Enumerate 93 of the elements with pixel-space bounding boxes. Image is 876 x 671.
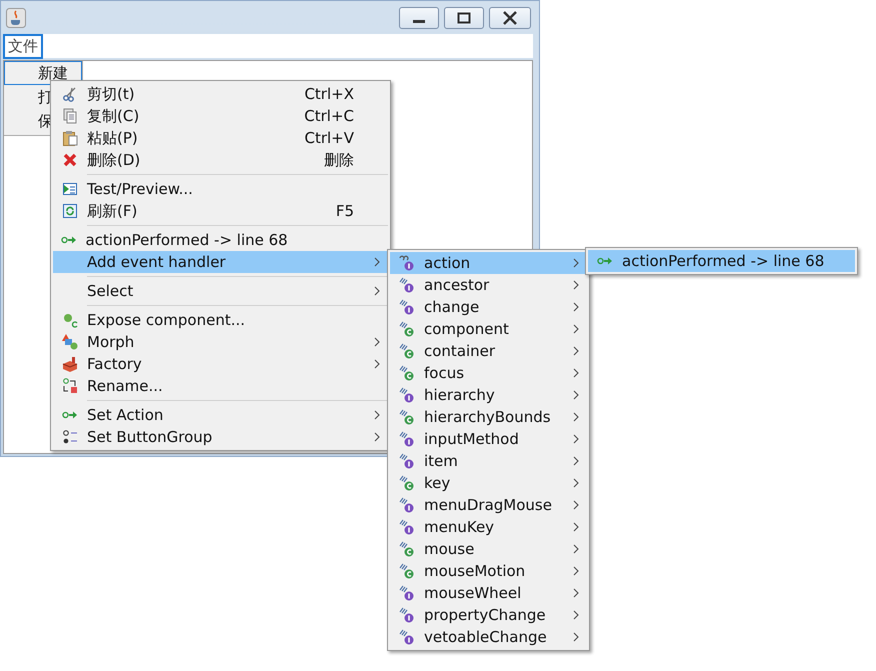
chevron-right-icon — [573, 566, 579, 576]
chevron-right-icon — [573, 412, 579, 422]
interface-icon — [399, 607, 415, 623]
menu-item[interactable]: Expose component... — [53, 309, 388, 331]
menu-item[interactable]: 粘贴(P) Ctrl+V — [53, 127, 388, 149]
scissors-icon — [62, 86, 78, 102]
radio-list-icon — [62, 429, 78, 445]
interface-icon — [399, 585, 415, 601]
interface-icon — [399, 299, 415, 315]
class-icon — [399, 541, 415, 557]
cup-icon — [6, 8, 26, 28]
arrow-icon — [62, 410, 78, 420]
rename-icon — [62, 378, 78, 394]
menu-item[interactable]: Rename... — [53, 375, 388, 397]
menu-item[interactable]: 复制(C) Ctrl+C — [53, 105, 388, 127]
interface-icon — [399, 387, 415, 403]
menu-item[interactable]: key — [390, 472, 587, 494]
class-icon — [399, 321, 415, 337]
shapes-icon — [62, 334, 78, 350]
menu-item[interactable]: container — [390, 340, 587, 362]
arrow-icon — [61, 235, 78, 245]
menu-item[interactable]: mouse — [390, 538, 587, 560]
menu-item[interactable]: 删除(D) 删除 — [53, 149, 388, 171]
menu-item[interactable]: hierarchyBounds — [390, 406, 587, 428]
chevron-right-icon — [573, 302, 579, 312]
interface-icon — [399, 519, 415, 535]
arrow-icon — [597, 256, 613, 266]
chevron-right-icon — [573, 500, 579, 510]
menu-item[interactable]: menuKey — [390, 516, 587, 538]
menu-item[interactable]: mouseMotion — [390, 560, 587, 582]
chevron-right-icon — [573, 610, 579, 620]
menu-bar-item[interactable]: 文件 — [3, 34, 43, 58]
menu-item[interactable]: Add event handler — [53, 251, 388, 273]
menu-item[interactable]: propertyChange — [390, 604, 587, 626]
chevron-right-icon — [573, 632, 579, 642]
class-icon — [399, 343, 415, 359]
class-icon — [399, 365, 415, 381]
menu-item[interactable]: Set ButtonGroup — [53, 426, 388, 448]
menu-item[interactable]: focus — [390, 362, 587, 384]
interface-icon — [399, 431, 415, 447]
chevron-right-icon — [573, 324, 579, 334]
chevron-right-icon — [573, 434, 579, 444]
menu-item[interactable]: component — [390, 318, 587, 340]
linked-interface-icon — [399, 255, 415, 271]
menu-item[interactable]: menuDragMouse — [390, 494, 587, 516]
interface-icon — [399, 453, 415, 469]
close-icon — [502, 10, 518, 24]
chevron-right-icon — [573, 280, 579, 290]
maximize-button[interactable] — [444, 6, 484, 28]
class-icon — [399, 409, 415, 425]
menu-item[interactable]: inputMethod — [390, 428, 587, 450]
interface-icon — [399, 629, 415, 645]
menu-item[interactable]: hierarchy — [390, 384, 587, 406]
chevron-right-icon — [573, 456, 579, 466]
class-icon — [399, 563, 415, 579]
chevron-right-icon — [573, 478, 579, 488]
menu-item[interactable]: actionPerformed -> line 68 — [53, 229, 388, 251]
chevron-right-icon — [573, 522, 579, 532]
minimize-button[interactable] — [399, 6, 439, 28]
circle-letter-icon — [62, 312, 78, 328]
menu-item[interactable]: mouseWheel — [390, 582, 587, 604]
menu-item[interactable]: 剪切(t) Ctrl+X — [53, 83, 388, 105]
menu-item[interactable]: item — [390, 450, 587, 472]
delete-icon — [62, 152, 78, 168]
play-window-icon — [62, 181, 78, 197]
chevron-right-icon — [573, 588, 579, 598]
copy-icon — [62, 108, 78, 124]
menu-item[interactable]: Set Action — [53, 404, 388, 426]
menu-item[interactable]: actionPerformed -> line 68 — [588, 250, 855, 272]
maximize-icon — [456, 10, 472, 24]
interface-icon — [399, 497, 415, 513]
menu-item[interactable]: action — [390, 252, 587, 274]
menu-item[interactable]: Factory — [53, 353, 388, 375]
factory-icon — [62, 356, 78, 372]
minimize-icon — [413, 20, 425, 23]
chevron-right-icon — [573, 390, 579, 400]
close-button[interactable] — [489, 6, 531, 28]
menu-item[interactable]: Test/Preview... — [53, 178, 388, 200]
chevron-right-icon — [573, 544, 579, 554]
interface-icon — [399, 277, 415, 293]
menu-item[interactable]: change — [390, 296, 587, 318]
refresh-icon — [62, 203, 78, 219]
menu-item[interactable]: ancestor — [390, 274, 587, 296]
chevron-right-icon — [573, 258, 579, 268]
menu-item[interactable]: vetoableChange — [390, 626, 587, 648]
clipboard-icon — [62, 130, 78, 146]
menu-item[interactable]: 刷新(F) F5 — [53, 200, 388, 222]
menu-item[interactable]: Morph — [53, 331, 388, 353]
class-icon — [399, 475, 415, 491]
menu-item[interactable]: Select — [53, 280, 388, 302]
chevron-right-icon — [573, 346, 579, 356]
list-item[interactable]: 新建 — [4, 61, 82, 85]
chevron-right-icon — [573, 368, 579, 378]
